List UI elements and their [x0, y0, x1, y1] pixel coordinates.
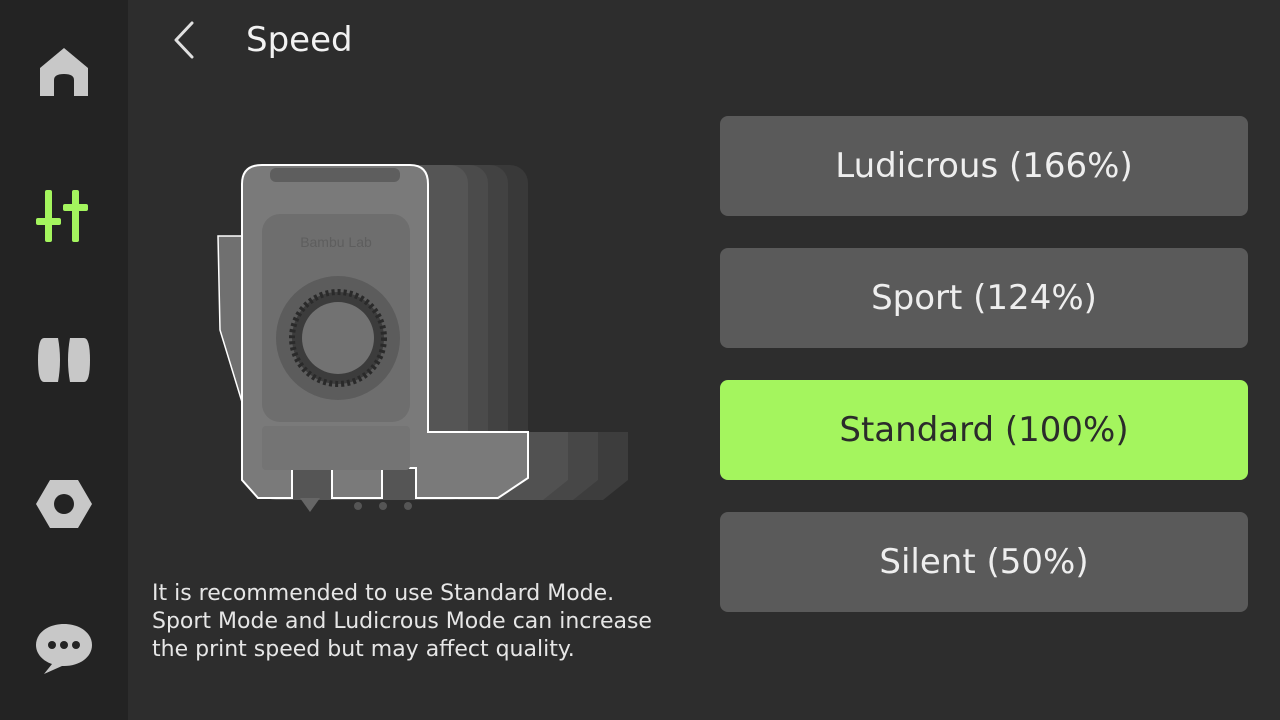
sidebar — [0, 0, 128, 720]
sport-mode-button[interactable]: Sport (124%) — [720, 248, 1248, 348]
toolhead-illustration: Bambu Lab — [217, 164, 628, 512]
description-line: Sport Mode and Ludicrous Mode can increa… — [152, 609, 652, 634]
chat-icon — [36, 624, 92, 674]
standard-mode-button[interactable]: Standard (100%) — [720, 380, 1248, 480]
ludicrous-mode-button[interactable]: Ludicrous (166%) — [720, 116, 1248, 216]
back-button[interactable] — [164, 18, 204, 62]
description-text: It is recommended to use Standard Mode. … — [152, 580, 692, 664]
page-title: Speed — [246, 20, 353, 60]
silent-mode-button[interactable]: Silent (50%) — [720, 512, 1248, 612]
main-panel: Speed Bambu Lab It is recommended to use… — [128, 0, 1280, 720]
filament-spool-icon — [38, 338, 90, 382]
home-icon — [40, 48, 88, 96]
sidebar-item-chat[interactable] — [0, 598, 128, 698]
brand-logo-text: Bambu Lab — [300, 234, 372, 250]
sidebar-item-home[interactable] — [0, 22, 128, 122]
description-line: the print speed but may affect quality. — [152, 637, 575, 662]
sidebar-item-controls[interactable] — [0, 166, 128, 266]
controls-icon — [36, 190, 88, 242]
settings-nut-icon — [36, 480, 92, 528]
sidebar-item-settings[interactable] — [0, 454, 128, 554]
sidebar-item-filament[interactable] — [0, 310, 128, 410]
chevron-left-icon — [174, 21, 194, 59]
description-line: It is recommended to use Standard Mode. — [152, 581, 615, 606]
